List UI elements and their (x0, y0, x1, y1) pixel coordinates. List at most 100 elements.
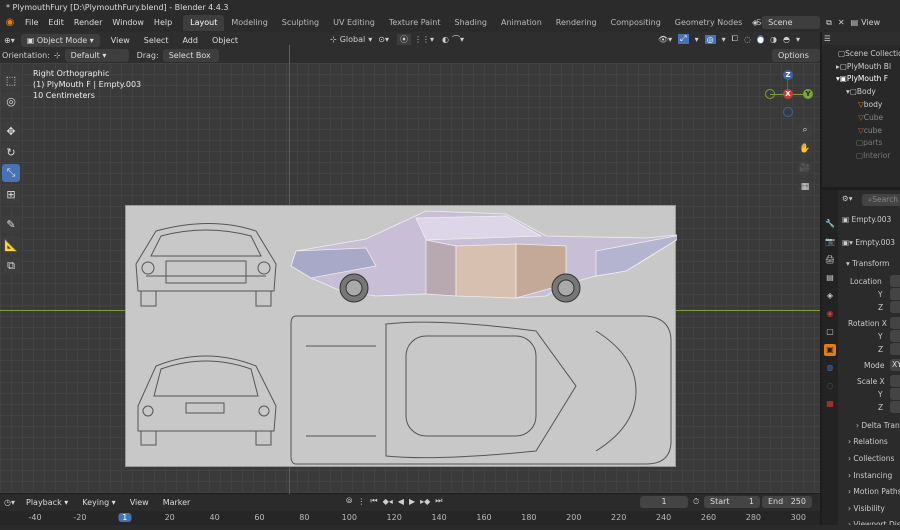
prev-keyframe-icon[interactable]: ◆◂ (383, 497, 393, 506)
panel-relations[interactable]: › Relations (848, 437, 888, 446)
location-y-field[interactable] (890, 288, 900, 300)
drag-dropdown[interactable]: Select Box ▾ (162, 49, 219, 73)
menu-view[interactable]: View (106, 34, 135, 47)
constraints-tab-icon[interactable]: ▦ (824, 398, 836, 410)
menu-help[interactable]: Help (149, 15, 177, 31)
jump-start-icon[interactable]: ⏮ (370, 496, 377, 506)
panel-instancing[interactable]: › Instancing (848, 471, 892, 480)
object-tab-icon[interactable]: ▣ (824, 344, 836, 356)
outliner-row-body[interactable]: ▾ ▢ Body (822, 85, 900, 98)
world-tab-icon[interactable]: ◉ (824, 308, 836, 320)
ortho-grid-icon[interactable]: ▦ (797, 179, 813, 195)
shading-wireframe-icon[interactable]: ◌ (744, 35, 751, 44)
shading-material-icon[interactable]: ◑ (770, 35, 777, 44)
tab-animation[interactable]: Animation (494, 15, 549, 31)
proportional-edit-icon[interactable]: ◐ (442, 35, 449, 44)
tab-sculpting[interactable]: Sculpting (275, 15, 326, 31)
orientation-dropdown[interactable]: Default ▾ (64, 49, 129, 62)
playback-menu[interactable]: Playback ▾ (21, 496, 73, 509)
outliner-row-parts[interactable]: ▢ parts (822, 137, 900, 150)
timeline-editor-icon[interactable]: ◷▾ (4, 498, 15, 507)
auto-keying-icon[interactable]: ⦾ (346, 496, 352, 506)
delete-scene-icon[interactable]: ✕ (838, 18, 845, 27)
location-x-field[interactable] (890, 275, 900, 287)
pan-hand-icon[interactable]: ✋ (797, 141, 813, 157)
rotate-icon[interactable]: ↻ (2, 143, 20, 161)
scene-icon[interactable]: ◈ (752, 18, 758, 27)
overlay-toggle-icon[interactable]: ◎ (704, 34, 716, 44)
outliner-row-plymouth-bl[interactable]: ▸ ▢ PlyMouth Bl (822, 60, 900, 73)
menu-window[interactable]: Window (107, 15, 149, 31)
tab-shading[interactable]: Shading (447, 15, 494, 31)
shading-solid-icon[interactable]: ● (756, 34, 764, 44)
zoom-icon[interactable]: ⌕ (797, 122, 813, 138)
render-tab-icon[interactable]: 📷 (824, 236, 836, 248)
overlay-menu-icon[interactable]: ▾ (722, 35, 726, 44)
outliner-editor-icon[interactable]: ☰ (824, 34, 831, 43)
scale-icon[interactable]: ⤡ (2, 164, 20, 182)
panel-visibility[interactable]: › Visibility (848, 504, 885, 513)
new-scene-icon[interactable]: ⧉ (826, 18, 832, 28)
gizmo-y-axis[interactable]: Y (803, 89, 813, 99)
transform-icon[interactable]: ⊞ (2, 185, 20, 203)
rotation-mode-dropdown[interactable]: XY (890, 359, 900, 371)
annotate-icon[interactable]: ✎ (2, 215, 20, 233)
outliner-row-cube-2[interactable]: ▽ cube (822, 124, 900, 137)
tab-rendering[interactable]: Rendering (549, 15, 604, 31)
shading-menu-icon[interactable]: ▾ (796, 35, 800, 44)
scene-selector[interactable]: Scene (762, 16, 821, 29)
xray-icon[interactable]: ⧠ (732, 34, 738, 44)
camera-view-icon[interactable]: 🎥 (797, 160, 813, 176)
visibility-icon[interactable]: 👁▾ (658, 35, 672, 44)
object-name-row[interactable]: ▣ Empty.003 (842, 215, 891, 224)
properties-search-input[interactable]: ⌕Search (862, 194, 900, 206)
transform-orientation-selector[interactable]: Global (340, 35, 366, 44)
view-layer-tab-icon[interactable]: ▤ (824, 272, 836, 284)
view-layer-icon[interactable]: ▤ (851, 18, 859, 27)
chevron-down-icon[interactable]: ▾ (368, 35, 372, 44)
menu-render[interactable]: Render (69, 15, 107, 31)
gizmo-menu-icon[interactable]: ▾ (695, 35, 699, 44)
rotation-y-field[interactable] (890, 330, 900, 342)
clock-icon[interactable]: ⏱ (693, 497, 699, 507)
marker-menu[interactable]: Marker (158, 496, 196, 509)
object-data-row[interactable]: ▣▾ Empty.003 (842, 238, 895, 247)
outliner-row-interior[interactable]: ▢ Interior (822, 149, 900, 162)
tab-uv-editing[interactable]: UV Editing (326, 15, 382, 31)
menu-object[interactable]: Object (207, 34, 243, 47)
timeline-view-menu[interactable]: View (125, 496, 154, 509)
outliner-row-plymouth-f[interactable]: ▾ ▣ PlyMouth F (822, 73, 900, 86)
view-layer-selector[interactable]: View (861, 18, 880, 27)
menu-file[interactable]: File (20, 15, 43, 31)
keying-menu[interactable]: Keying ▾ (77, 496, 120, 509)
move-icon[interactable]: ✥ (2, 122, 20, 140)
panel-motion-paths[interactable]: › Motion Paths (848, 487, 900, 496)
rotation-x-field[interactable] (890, 317, 900, 329)
gizmo-z-axis[interactable]: Z (783, 70, 793, 80)
menu-select[interactable]: Select (139, 34, 174, 47)
outliner-row-cube[interactable]: ▽ Cube (822, 111, 900, 124)
outliner-row-body-mesh[interactable]: ▽ body (822, 98, 900, 111)
editor-type-icon[interactable]: ⊕▾ (4, 36, 15, 45)
outliner-row-scene-collection[interactable]: ▢ Scene Collection (822, 47, 900, 60)
scale-z-field[interactable] (890, 401, 900, 413)
scale-y-field[interactable] (890, 388, 900, 400)
select-box-icon[interactable]: ⬚ (2, 71, 20, 89)
menu-add[interactable]: Add (177, 34, 203, 47)
play-reverse-icon[interactable]: ◀ (398, 497, 404, 506)
menu-edit[interactable]: Edit (43, 15, 69, 31)
tool-tab-icon[interactable]: 🔧 (824, 218, 836, 230)
transform-panel-header[interactable]: ▾ Transform (846, 259, 889, 268)
snap-icon[interactable]: ⦿ (396, 34, 411, 45)
tab-modeling[interactable]: Modeling (224, 15, 274, 31)
properties-editor-icon[interactable]: ⚙▾ (842, 194, 853, 203)
snap-target-icon[interactable]: ⋮⋮▾ (414, 35, 434, 44)
shading-rendered-icon[interactable]: ◓ (783, 35, 790, 44)
panel-collections[interactable]: › Collections (848, 454, 894, 463)
physics-tab-icon[interactable]: ◌ (824, 380, 836, 392)
object-type-icon[interactable]: ▣▾ (842, 238, 855, 247)
location-z-field[interactable] (890, 301, 900, 313)
gizmo-neg-y-axis[interactable] (765, 89, 775, 99)
options-dropdown[interactable]: Options ▾ (772, 49, 820, 73)
blender-logo-icon[interactable]: ◉ (2, 15, 18, 31)
